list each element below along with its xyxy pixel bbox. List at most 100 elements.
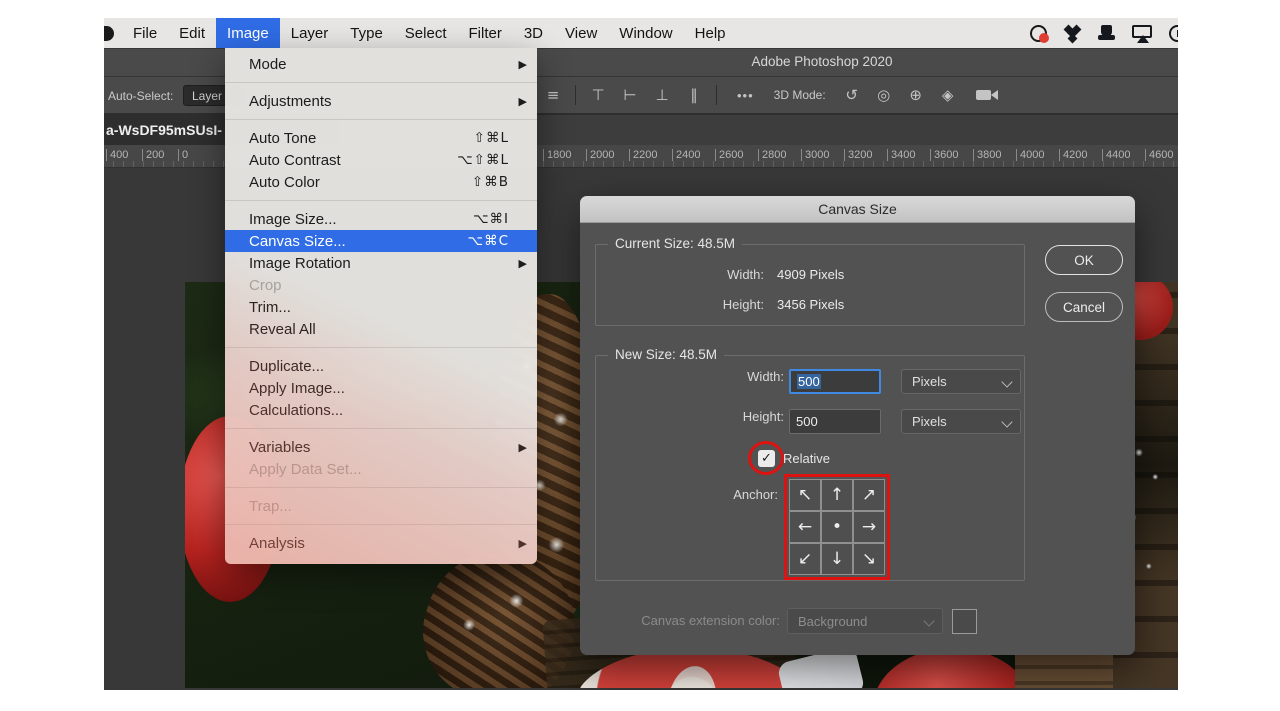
menubar-item[interactable]: File <box>122 18 168 48</box>
cancel-button[interactable]: Cancel <box>1045 292 1123 322</box>
width-input-value: 500 <box>797 374 821 389</box>
shortcut-label: ⌥⌘I <box>473 211 509 227</box>
relative-checkbox[interactable]: ✓ <box>758 450 775 467</box>
airplay-icon[interactable] <box>1132 25 1152 38</box>
menubar-item[interactable]: Image <box>216 18 280 48</box>
macos-menubar: FileEditImageLayerTypeSelectFilter3DView… <box>104 18 1178 48</box>
height-input-value: 500 <box>796 414 818 429</box>
menu-item[interactable]: Auto Tone ⇧⌘L ▶ <box>225 127 537 149</box>
menu-item[interactable]: Duplicate... ▶ <box>225 355 537 377</box>
menu-item[interactable]: Apply Image... ▶ <box>225 377 537 399</box>
ruler-number: 0 <box>178 149 188 161</box>
3d-roll-icon[interactable]: ◎ <box>868 86 900 104</box>
height-input[interactable]: 500 <box>789 409 881 434</box>
clock-icon[interactable] <box>1169 25 1178 42</box>
3d-slide-icon[interactable]: ◈ <box>932 86 964 104</box>
3d-mode-label: 3D Mode: <box>768 88 836 102</box>
menubar-item[interactable]: Select <box>394 18 458 48</box>
menu-item[interactable]: Trim... ▶ <box>225 296 537 318</box>
ruler-number: 2000 <box>586 149 614 161</box>
shortcut-label: ⌥⇧⌘L <box>457 152 509 168</box>
height-unit-dropdown[interactable]: Pixels <box>901 409 1021 434</box>
menu-item[interactable]: Variables ▶ <box>225 436 537 458</box>
ruler-number: 4000 <box>1016 149 1044 161</box>
menubar-item[interactable]: Window <box>608 18 683 48</box>
menu-item[interactable]: Mode ▶ <box>225 53 537 75</box>
menubar-item[interactable]: View <box>554 18 608 48</box>
extension-color-dropdown[interactable]: Background <box>787 608 943 634</box>
submenu-arrow-icon: ▶ <box>515 95 527 108</box>
canvas-extension-row: Canvas extension color: Background <box>595 608 1150 635</box>
menu-item[interactable]: Image Rotation ▶ <box>225 252 537 274</box>
width-unit-dropdown[interactable]: Pixels <box>901 369 1021 394</box>
menubar-item[interactable]: Layer <box>280 18 340 48</box>
3d-pan-icon[interactable]: ⊕ <box>900 86 932 104</box>
shortcut-label: ⌥⌘C <box>468 233 509 249</box>
menu-item[interactable]: Auto Color ⇧⌘B ▶ <box>225 171 537 193</box>
app-icon-partial <box>104 26 114 41</box>
menu-item[interactable]: Image Size... ⌥⌘I ▶ <box>225 208 537 230</box>
anchor-cell[interactable]: ↑ <box>821 479 853 511</box>
align-center-icon[interactable]: ≡ <box>537 86 569 104</box>
menubar-items: FileEditImageLayerTypeSelectFilter3DView… <box>122 18 737 48</box>
menu-item[interactable]: Apply Data Set... ▶ <box>225 458 537 480</box>
ruler-number: 4200 <box>1059 149 1087 161</box>
anchor-cell[interactable]: ↗ <box>853 479 885 511</box>
dropbox-icon[interactable] <box>1064 25 1081 42</box>
menubar-item[interactable]: Help <box>684 18 737 48</box>
3d-camera-icon[interactable] <box>976 90 991 100</box>
anchor-cell[interactable]: ↙ <box>789 543 821 575</box>
current-height-label: Height: <box>596 297 764 312</box>
ruler-number: 3200 <box>844 149 872 161</box>
anchor-cell[interactable]: ↘ <box>853 543 885 575</box>
anchor-cell[interactable]: ↓ <box>821 543 853 575</box>
ruler-number: 3400 <box>887 149 915 161</box>
menu-item[interactable]: Calculations... ▶ <box>225 399 537 421</box>
extension-color-swatch[interactable] <box>952 609 977 634</box>
menu-item[interactable]: Crop ▶ <box>225 274 537 296</box>
current-height-value: 3456 Pixels <box>777 297 844 312</box>
menu-item[interactable]: Adjustments ▶ <box>225 90 537 112</box>
anchor-cell[interactable]: ↖ <box>789 479 821 511</box>
more-options-icon[interactable]: ••• <box>723 88 768 103</box>
menubar-item[interactable]: 3D <box>513 18 554 48</box>
new-size-legend: New Size: 48.5M <box>608 347 724 362</box>
align-bottom-icon[interactable]: ⊥ <box>646 86 678 104</box>
submenu-arrow-icon: ▶ <box>515 58 527 71</box>
align-middle-icon[interactable]: ⊢ <box>614 86 646 104</box>
ruler-number: 200 <box>142 149 164 161</box>
menubar-status-icons <box>1030 18 1178 48</box>
new-size-group: New Size: 48.5M Width: 500 Pixels Height… <box>595 355 1025 581</box>
ruler-number: 4400 <box>1102 149 1130 161</box>
anchor-cell[interactable]: → <box>853 511 885 543</box>
ruler-number: 3800 <box>973 149 1001 161</box>
align-top-icon[interactable]: ⊤ <box>582 86 614 104</box>
dialog-titlebar[interactable]: Canvas Size <box>580 196 1135 223</box>
menubar-item[interactable]: Type <box>339 18 394 48</box>
ok-button[interactable]: OK <box>1045 245 1123 275</box>
window-title: Adobe Photoshop 2020 <box>702 54 942 69</box>
menu-item[interactable]: Trap... ▶ <box>225 495 537 517</box>
relative-label: Relative <box>783 451 830 466</box>
menu-item[interactable]: Analysis ▶ <box>225 532 537 554</box>
ruler-number: 2200 <box>629 149 657 161</box>
menu-item[interactable]: Reveal All ▶ <box>225 318 537 340</box>
ruler-number: 2400 <box>672 149 700 161</box>
ruler-number: 1800 <box>543 149 571 161</box>
canvas-size-dialog: Canvas Size Current Size: 48.5M Width: 4… <box>580 196 1135 655</box>
auto-select-label: Auto-Select: <box>108 89 173 103</box>
submenu-arrow-icon: ▶ <box>515 257 527 270</box>
new-height-label: Height: <box>596 409 784 424</box>
menu-item[interactable]: Auto Contrast ⌥⇧⌘L ▶ <box>225 149 537 171</box>
3d-orbit-icon[interactable]: ↺ <box>836 86 868 104</box>
creative-cloud-icon[interactable] <box>1030 25 1047 42</box>
menubar-item[interactable]: Edit <box>168 18 216 48</box>
anchor-cell[interactable]: ← <box>789 511 821 543</box>
anchor-cell[interactable]: • <box>821 511 853 543</box>
magic-hat-icon[interactable] <box>1098 25 1115 41</box>
menu-item[interactable]: Canvas Size... ⌥⌘C ▶ <box>225 230 537 252</box>
distribute-icon[interactable]: ∥ <box>678 86 710 104</box>
menubar-item[interactable]: Filter <box>458 18 513 48</box>
width-input[interactable]: 500 <box>789 369 881 394</box>
shortcut-label: ⇧⌘L <box>474 130 509 146</box>
